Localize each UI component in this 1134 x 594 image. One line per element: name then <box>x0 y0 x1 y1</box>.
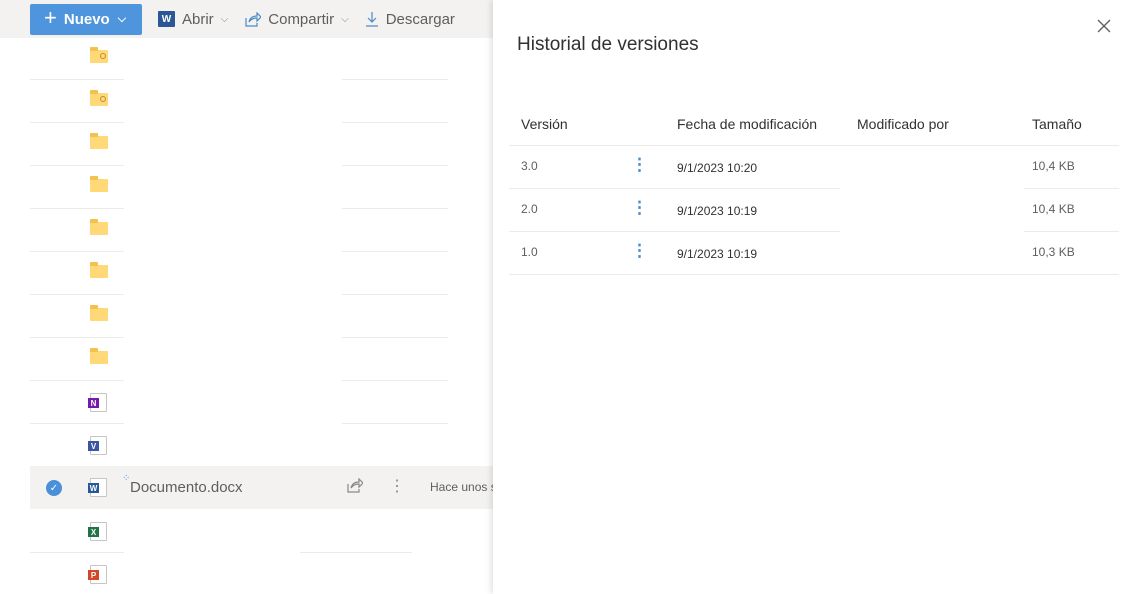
more-options-icon[interactable]: ⋮ <box>631 242 648 259</box>
list-item-selected[interactable]: ✓ W ⁘ Documento.docx ⋮ Hace unos s <box>30 466 493 509</box>
folder-icon <box>90 262 108 278</box>
list-item[interactable] <box>30 295 493 338</box>
version-size: 10,4 KB <box>1032 202 1075 216</box>
version-history-panel: Historial de versiones Versión Fecha de … <box>493 0 1134 594</box>
version-size: 10,4 KB <box>1032 159 1075 173</box>
version-row[interactable]: 2.0 ⋮ 9/1/2023 10:19 10,4 KB <box>509 189 1119 232</box>
open-button[interactable]: W Abrir ⌵ <box>158 11 228 28</box>
list-item[interactable]: X <box>30 510 493 553</box>
list-item[interactable] <box>30 123 493 166</box>
share-button[interactable]: Compartir ⌵ <box>244 10 349 28</box>
chevron-down-icon: ⌵ <box>117 12 127 25</box>
list-item[interactable] <box>30 338 493 381</box>
folder-icon <box>90 133 108 149</box>
chevron-down-icon: ⌵ <box>341 13 349 25</box>
version-number: 2.0 <box>521 202 538 216</box>
folder-icon <box>90 176 108 192</box>
version-size: 10,3 KB <box>1032 245 1075 259</box>
column-header-version[interactable]: Versión <box>521 116 568 132</box>
version-row[interactable]: 1.0 ⋮ 9/1/2023 10:19 10,3 KB <box>509 232 1119 275</box>
folder-icon <box>90 219 108 235</box>
download-button-label: Descargar <box>385 10 455 28</box>
folder-icon <box>90 348 108 364</box>
version-table-header: Versión Fecha de modificación Modificado… <box>509 104 1119 146</box>
version-row[interactable]: 3.0 ⋮ 9/1/2023 10:20 10,4 KB <box>509 146 1119 189</box>
shared-folder-icon <box>90 90 108 106</box>
share-button-label: Compartir <box>268 10 335 28</box>
column-header-date[interactable]: Fecha de modificación <box>677 116 817 132</box>
folder-icon <box>90 305 108 321</box>
plus-icon: + <box>44 5 57 30</box>
column-header-modified-by[interactable]: Modificado por <box>857 116 949 132</box>
open-button-label: Abrir <box>182 10 214 28</box>
checkmark-icon[interactable]: ✓ <box>46 480 62 496</box>
more-options-icon[interactable]: ⋮ <box>631 199 648 216</box>
column-header-size[interactable]: Tamaño <box>1032 116 1082 132</box>
panel-title: Historial de versiones <box>517 34 699 55</box>
visio-icon: V <box>88 436 107 455</box>
more-options-icon[interactable]: ⋮ <box>631 156 648 173</box>
word-icon: W <box>158 11 175 27</box>
onenote-icon: N <box>88 393 107 412</box>
command-bar: + Nuevo ⌵ W Abrir ⌵ Compartir ⌵ Descarga… <box>0 0 493 38</box>
list-item[interactable] <box>30 80 493 123</box>
shared-folder-icon <box>90 47 108 63</box>
list-item[interactable] <box>30 37 493 80</box>
list-item[interactable] <box>30 166 493 209</box>
powerpoint-icon: P <box>88 565 107 584</box>
download-button[interactable]: Descargar <box>365 11 455 28</box>
close-icon[interactable] <box>1096 18 1112 34</box>
share-icon <box>244 11 262 27</box>
list-item[interactable] <box>30 252 493 295</box>
new-button[interactable]: + Nuevo ⌵ <box>30 3 142 35</box>
version-date: 9/1/2023 10:20 <box>677 161 758 175</box>
list-item[interactable]: N <box>30 381 493 424</box>
version-number: 3.0 <box>521 159 538 173</box>
more-options-icon[interactable]: ⋮ <box>389 476 405 496</box>
share-icon[interactable] <box>346 477 364 498</box>
excel-icon: X <box>88 522 107 541</box>
word-icon: W <box>88 478 107 497</box>
file-list-pane: + Nuevo ⌵ W Abrir ⌵ Compartir ⌵ Descarga… <box>0 0 493 594</box>
version-number: 1.0 <box>521 245 538 259</box>
download-icon <box>365 11 379 27</box>
new-button-label: Nuevo <box>63 10 110 28</box>
chevron-down-icon: ⌵ <box>220 13 229 25</box>
modified-text: Hace unos s <box>430 480 493 494</box>
file-name[interactable]: Documento.docx <box>130 479 243 496</box>
list-item[interactable]: P <box>30 553 493 594</box>
list-item[interactable]: V <box>30 424 493 467</box>
list-item[interactable] <box>30 209 493 252</box>
version-date: 9/1/2023 10:19 <box>677 247 758 261</box>
version-date: 9/1/2023 10:19 <box>677 204 758 218</box>
